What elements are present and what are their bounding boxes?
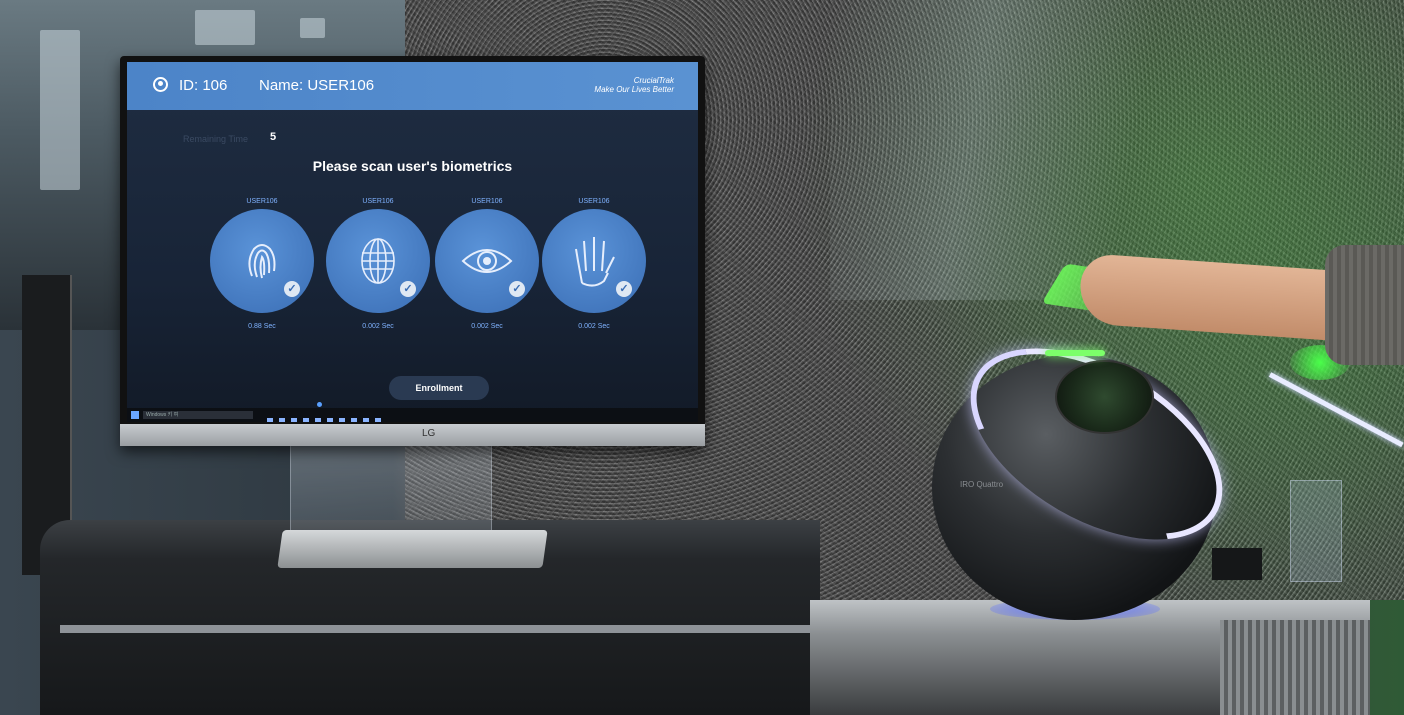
biometric-time: 0.002 Sec bbox=[578, 323, 610, 330]
scanner-brand: IRO Quattro bbox=[960, 480, 1004, 489]
remaining-time-value: 5 bbox=[270, 131, 277, 143]
ceiling-light bbox=[300, 18, 325, 38]
taskbar: Windows 키 여 bbox=[127, 408, 698, 422]
small-device bbox=[1212, 548, 1262, 580]
check-icon: ✓ bbox=[509, 281, 525, 297]
taskbar-app-icon[interactable] bbox=[351, 418, 357, 422]
face-mesh-icon: ✓ bbox=[326, 209, 430, 313]
taskbar-app-icon[interactable] bbox=[315, 418, 321, 422]
biometric-user: USER106 bbox=[578, 198, 610, 205]
taskbar-app-icon[interactable] bbox=[303, 418, 309, 422]
monitor-stand-base bbox=[277, 530, 548, 568]
monitor: ID: 106 Name: USER106 CrucialTrak Make O… bbox=[120, 56, 705, 446]
monitor-bezel: LG bbox=[120, 424, 705, 446]
brand-tagline: Make Our Lives Better bbox=[594, 85, 674, 94]
biometric-hand[interactable]: USER106 ✓ 0.002 Sec bbox=[539, 198, 649, 330]
monitor-brand-logo: LG bbox=[422, 428, 436, 439]
monitor-stand bbox=[290, 440, 492, 542]
taskbar-app-icon[interactable] bbox=[291, 418, 297, 422]
pedestal-vent bbox=[1220, 620, 1370, 715]
photo-scene: ID: 106 Name: USER106 CrucialTrak Make O… bbox=[0, 0, 1404, 715]
eye-iris-icon: ✓ bbox=[435, 209, 539, 313]
scan-prompt: Please scan user's biometrics bbox=[312, 158, 513, 174]
app-header: ID: 106 Name: USER106 CrucialTrak Make O… bbox=[127, 62, 698, 110]
enrollment-button[interactable]: Enrollment bbox=[389, 376, 489, 400]
user-icon bbox=[153, 77, 168, 92]
window-pane bbox=[40, 30, 80, 190]
biometric-time: 0.002 Sec bbox=[471, 323, 503, 330]
brand-name: CrucialTrak bbox=[633, 76, 674, 85]
scanner-green-light bbox=[1045, 350, 1105, 356]
biometric-time: 0.002 Sec bbox=[362, 323, 394, 330]
scanner-lens bbox=[1055, 360, 1154, 434]
glass-reflection bbox=[830, 0, 1190, 300]
fingerprint-icon: ✓ bbox=[210, 209, 314, 313]
check-icon: ✓ bbox=[616, 281, 632, 297]
taskbar-app-icon[interactable] bbox=[339, 418, 345, 422]
user-id-label: ID: 106 bbox=[179, 77, 228, 94]
counter-trim bbox=[60, 625, 820, 633]
biometric-user: USER106 bbox=[362, 198, 394, 205]
page-indicator-dot bbox=[317, 402, 322, 407]
biometric-iris[interactable]: USER106 ✓ 0.002 Sec bbox=[432, 198, 542, 330]
biometric-user: USER106 bbox=[246, 198, 278, 205]
taskbar-app-icon[interactable] bbox=[375, 418, 381, 422]
acrylic-stand bbox=[1290, 480, 1342, 582]
biometric-user: USER106 bbox=[471, 198, 503, 205]
taskbar-app-icon[interactable] bbox=[279, 418, 285, 422]
user-name-label: Name: USER106 bbox=[259, 77, 375, 94]
brand-logo: CrucialTrak Make Our Lives Better bbox=[594, 76, 674, 94]
check-icon: ✓ bbox=[284, 281, 300, 297]
hand-vein-icon: ✓ bbox=[542, 209, 646, 313]
remaining-time-label: Remaining Time bbox=[183, 134, 249, 144]
taskbar-apps bbox=[267, 411, 387, 422]
check-icon: ✓ bbox=[400, 281, 416, 297]
taskbar-app-icon[interactable] bbox=[327, 418, 333, 422]
biometric-face[interactable]: USER106 ✓ 0.002 Sec bbox=[323, 198, 433, 330]
taskbar-app-icon[interactable] bbox=[363, 418, 369, 422]
window-pane bbox=[195, 10, 255, 45]
monitor-screen: ID: 106 Name: USER106 CrucialTrak Make O… bbox=[127, 62, 698, 422]
taskbar-search[interactable]: Windows 키 여 bbox=[143, 411, 253, 419]
biometric-fingerprint[interactable]: USER106 ✓ 0.88 Sec bbox=[207, 198, 317, 330]
windows-start-icon[interactable] bbox=[131, 411, 139, 419]
biometric-time: 0.88 Sec bbox=[248, 323, 276, 330]
taskbar-app-icon[interactable] bbox=[267, 418, 273, 422]
user-sleeve bbox=[1325, 245, 1404, 365]
